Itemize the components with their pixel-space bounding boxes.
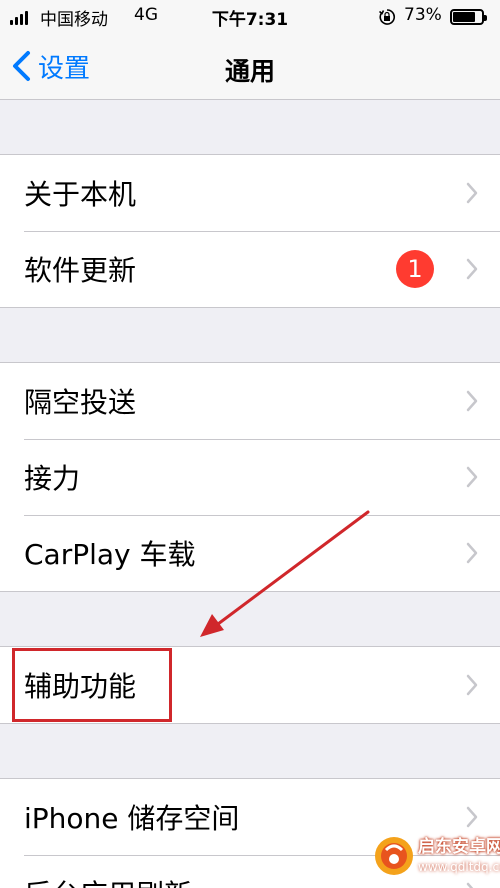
chevron-right-icon xyxy=(466,806,478,828)
row-label: iPhone 储存空间 xyxy=(24,802,240,835)
page-title: 通用 xyxy=(224,57,275,86)
settings-group-accessibility: 辅助功能 xyxy=(0,646,500,724)
chevron-right-icon xyxy=(466,390,478,412)
row-software-update[interactable]: 软件更新 1 xyxy=(0,231,500,307)
row-about-device[interactable]: 关于本机 xyxy=(0,155,500,231)
update-count-badge: 1 xyxy=(396,250,434,288)
chevron-right-icon xyxy=(466,258,478,280)
watermark-text: 启东安卓网 xyxy=(418,837,500,857)
chevron-right-icon xyxy=(466,542,478,564)
row-accessibility[interactable]: 辅助功能 xyxy=(0,647,500,723)
row-label: 关于本机 xyxy=(24,178,137,211)
row-label: 软件更新 xyxy=(24,254,137,287)
watermark-url: www.qdltdq.com xyxy=(418,860,500,874)
row-label: CarPlay 车载 xyxy=(24,538,196,571)
chevron-right-icon xyxy=(466,182,478,204)
row-label: 辅助功能 xyxy=(24,670,137,703)
chevron-right-icon xyxy=(466,466,478,488)
settings-group-connectivity: 隔空投送 接力 CarPlay 车载 xyxy=(0,362,500,592)
battery-percent: 73% xyxy=(404,5,442,25)
chevron-right-icon xyxy=(466,674,478,696)
status-bar: 中国移动 4G 下午7:31 73% xyxy=(0,0,500,34)
row-label: 后台应用刷新 xyxy=(24,873,192,888)
row-airdrop[interactable]: 隔空投送 xyxy=(0,363,500,439)
watermark: 启东安卓网 www.qdltdq.com xyxy=(372,826,500,886)
settings-group-about: 关于本机 软件更新 1 xyxy=(0,154,500,308)
row-carplay[interactable]: CarPlay 车载 xyxy=(0,515,500,591)
row-handoff[interactable]: 接力 xyxy=(0,439,500,515)
battery-icon xyxy=(450,9,487,25)
orientation-lock-icon xyxy=(379,9,395,25)
row-label: 隔空投送 xyxy=(24,386,137,419)
row-label: 接力 xyxy=(24,462,81,495)
watermark-logo-icon xyxy=(375,837,413,875)
navigation-bar: 设置 通用 xyxy=(0,34,500,100)
